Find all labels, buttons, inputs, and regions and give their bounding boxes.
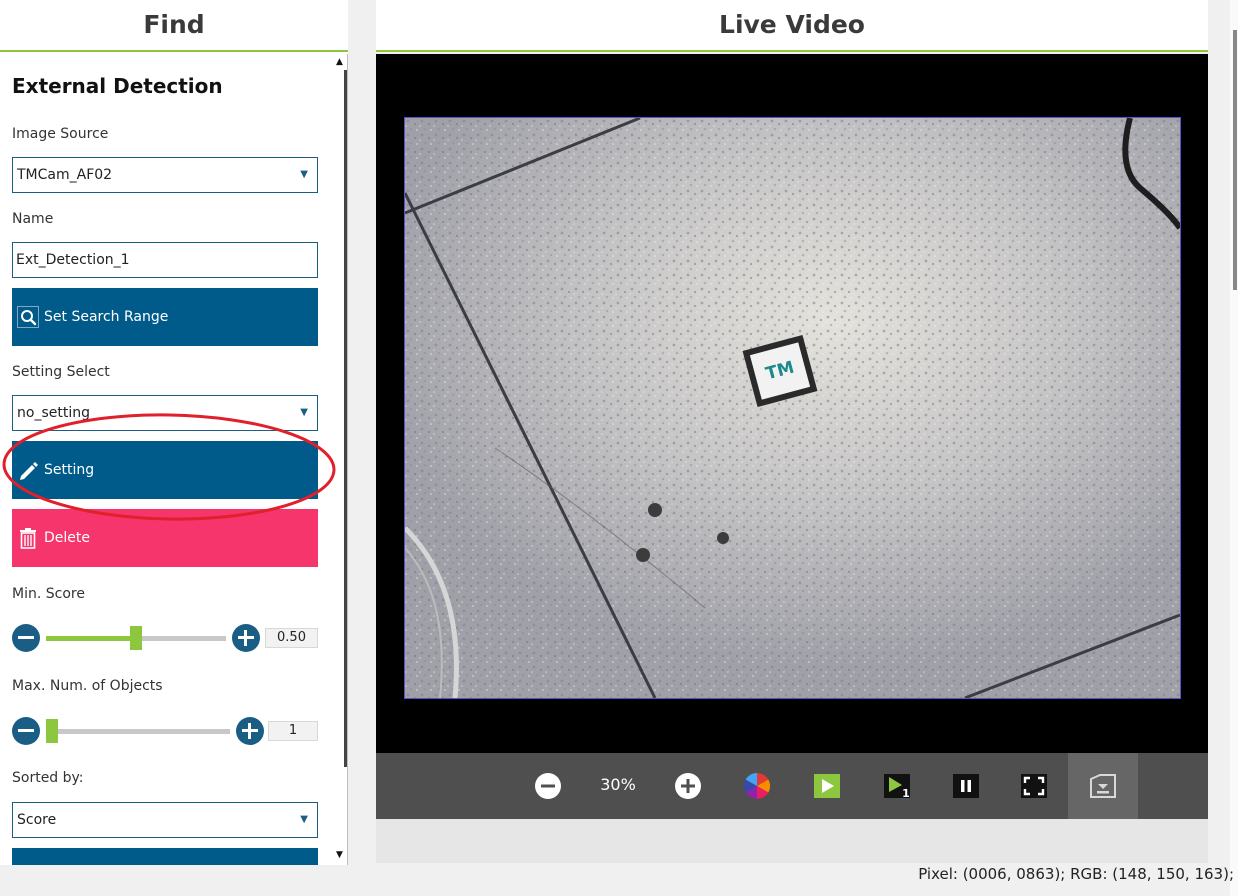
minus-icon	[18, 636, 34, 639]
image-source-select[interactable]: TMCam_AF02 ▼	[12, 157, 318, 193]
delete-label: Delete	[44, 530, 90, 546]
image-source-value: TMCam_AF02	[17, 167, 113, 183]
live-video-title: Live Video	[376, 0, 1208, 52]
min-score-value[interactable]: 0.50	[265, 628, 318, 648]
trash-icon	[20, 528, 36, 549]
image-source-label: Image Source	[12, 126, 109, 142]
min-score-label: Min. Score	[12, 586, 85, 602]
page-scrollbar-thumb[interactable]	[1233, 30, 1237, 290]
pause-button[interactable]	[951, 771, 981, 801]
live-video-viewport: TM	[376, 54, 1208, 753]
setting-button[interactable]: Setting	[12, 441, 318, 499]
pause-icon	[953, 774, 979, 798]
setting-select-label: Setting Select	[12, 364, 110, 380]
fit-screen-icon	[1021, 774, 1047, 798]
min-score-increase-button[interactable]	[232, 624, 260, 652]
sorted-by-label: Sorted by:	[12, 770, 84, 786]
chevron-down-icon: ▼	[300, 814, 308, 825]
play-once-button[interactable]: 1	[882, 771, 912, 801]
max-objects-value[interactable]: 1	[268, 721, 318, 741]
plus-icon	[675, 773, 701, 799]
color-wheel-icon	[743, 772, 771, 800]
set-search-range-button[interactable]: Set Search Range	[12, 288, 318, 346]
min-score-slider[interactable]	[46, 626, 226, 650]
min-score-slider-row: 0.50	[12, 623, 318, 653]
pixel-status-text: Pixel: (0006, 0863); RGB: (148, 150, 163…	[918, 865, 1234, 883]
name-label: Name	[12, 211, 54, 227]
sorted-by-value: Score	[17, 812, 57, 828]
setting-select-value: no_setting	[17, 405, 90, 421]
max-objects-slider[interactable]	[46, 719, 230, 743]
camera-image[interactable]: TM	[404, 117, 1181, 699]
panel-divider	[347, 54, 348, 865]
find-panel-scrollbar[interactable]: ▲ ▼	[331, 54, 348, 865]
camera-scene: TM	[405, 118, 1180, 698]
set-search-range-label: Set Search Range	[44, 309, 169, 325]
max-objects-label: Max. Num. of Objects	[12, 678, 163, 694]
min-score-slider-thumb[interactable]	[130, 626, 142, 650]
max-objects-decrease-button[interactable]	[12, 717, 40, 745]
scroll-down-arrow-icon[interactable]: ▼	[331, 847, 348, 863]
color-wheel-button[interactable]	[742, 771, 772, 801]
chevron-down-icon: ▼	[300, 407, 308, 418]
minus-icon	[535, 773, 561, 799]
search-icon	[17, 306, 39, 328]
min-score-decrease-button[interactable]	[12, 624, 40, 652]
min-score-slider-fill	[46, 636, 136, 641]
max-objects-increase-button[interactable]	[236, 717, 264, 745]
scroll-up-arrow-icon[interactable]: ▲	[331, 54, 348, 70]
sorted-by-select[interactable]: Score ▼	[12, 802, 318, 838]
max-objects-slider-thumb[interactable]	[46, 719, 58, 743]
find-panel: Find External Detection Image Source TMC…	[0, 0, 348, 865]
svg-text:1: 1	[902, 787, 910, 800]
zoom-level: 30%	[600, 775, 636, 794]
pencil-icon	[20, 462, 38, 480]
name-input[interactable]	[12, 242, 318, 278]
setting-select[interactable]: no_setting ▼	[12, 395, 318, 431]
zoom-out-button[interactable]	[533, 771, 563, 801]
play-once-icon: 1	[884, 774, 910, 800]
zoom-in-button[interactable]	[673, 771, 703, 801]
next-action-button[interactable]	[12, 848, 318, 865]
chevron-down-icon: ▼	[300, 169, 308, 180]
video-toolbar: 30% 1	[376, 753, 1208, 819]
video-bottom-strip	[376, 819, 1208, 863]
max-objects-slider-row: 1	[12, 716, 318, 746]
section-title: External Detection	[12, 74, 223, 98]
find-panel-title: Find	[0, 0, 348, 52]
save-image-icon	[1090, 774, 1116, 798]
minus-icon	[18, 729, 34, 732]
save-image-button[interactable]	[1068, 753, 1138, 819]
fit-screen-button[interactable]	[1019, 771, 1049, 801]
delete-button[interactable]: Delete	[12, 509, 318, 567]
play-icon	[814, 774, 840, 798]
play-button[interactable]	[812, 771, 842, 801]
find-panel-scroll-area: External Detection Image Source TMCam_AF…	[0, 54, 331, 865]
setting-label: Setting	[44, 462, 95, 478]
page-scrollbar[interactable]	[1230, 0, 1238, 896]
